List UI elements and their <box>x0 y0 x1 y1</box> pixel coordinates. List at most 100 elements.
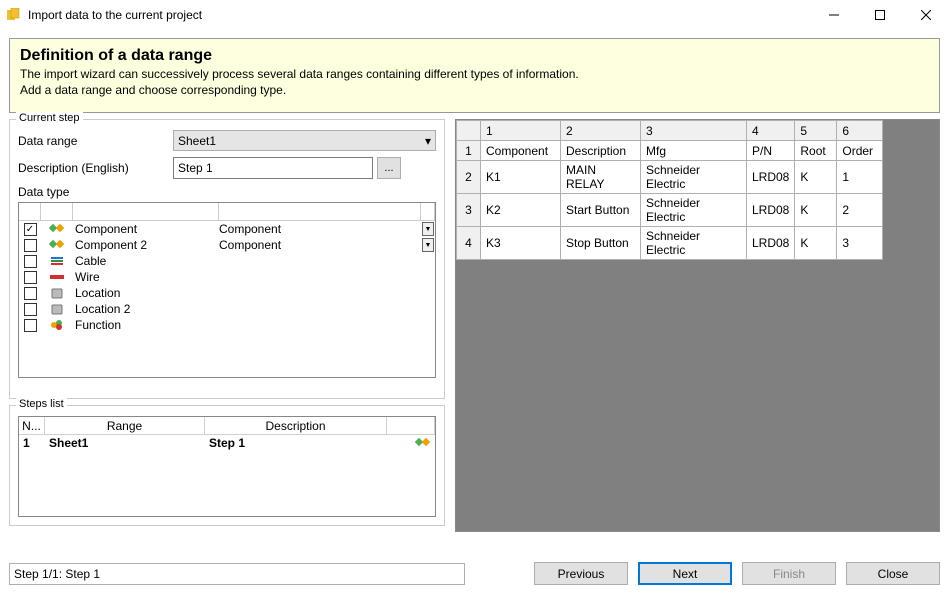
data-type-name: Component <box>73 222 219 236</box>
component-icon <box>49 222 65 236</box>
close-footer-button[interactable]: Close <box>846 562 940 585</box>
data-range-value: Sheet1 <box>178 134 216 148</box>
checkbox-icon[interactable] <box>24 319 37 332</box>
steps-list-label: Steps list <box>16 398 67 410</box>
minimize-button[interactable] <box>811 0 857 29</box>
dropdown-arrow-icon[interactable]: ▼ <box>422 238 434 252</box>
description-input[interactable] <box>173 157 373 179</box>
preview-col-header[interactable]: 1 <box>481 121 561 141</box>
checkbox-icon[interactable]: ✓ <box>24 223 37 236</box>
steps-header-num[interactable]: N... <box>19 417 45 434</box>
data-type-name: Component 2 <box>73 238 219 252</box>
preview-col-header[interactable]: 6 <box>837 121 883 141</box>
step-desc: Step 1 <box>205 436 387 450</box>
preview-cell[interactable]: Root <box>795 141 837 161</box>
preview-cell[interactable]: 1 <box>837 161 883 194</box>
data-type-row[interactable]: ✓ComponentComponent▼ <box>19 221 435 237</box>
data-type-row[interactable]: Location <box>19 285 435 301</box>
preview-col-header[interactable]: 5 <box>795 121 837 141</box>
data-type-row[interactable]: Component 2Component▼ <box>19 237 435 253</box>
data-type-name: Cable <box>73 254 219 268</box>
dropdown-arrow-icon[interactable]: ▼ <box>422 222 434 236</box>
checkbox-icon[interactable] <box>24 303 37 316</box>
preview-cell[interactable]: Stop Button <box>561 227 641 260</box>
step-range: Sheet1 <box>45 436 205 450</box>
data-type-name: Function <box>73 318 219 332</box>
preview-cell[interactable]: K <box>795 227 837 260</box>
preview-cell[interactable]: Component <box>481 141 561 161</box>
preview-cell[interactable]: K <box>795 161 837 194</box>
location-icon <box>49 286 65 300</box>
preview-cell[interactable]: Order <box>837 141 883 161</box>
wire-icon <box>49 270 65 284</box>
window-title: Import data to the current project <box>28 8 811 22</box>
checkbox-icon[interactable] <box>24 255 37 268</box>
current-step-group: Current step Data range Sheet1 ▾ Descrip… <box>9 119 445 399</box>
data-type-grid: ✓ComponentComponent▼Component 2Component… <box>18 202 436 378</box>
data-type-name: Wire <box>73 270 219 284</box>
data-type-name: Location 2 <box>73 302 219 316</box>
data-preview-panel: 123456 1ComponentDescriptionMfgP/NRootOr… <box>455 119 940 532</box>
preview-row-header[interactable]: 4 <box>457 227 481 260</box>
info-heading: Definition of a data range <box>20 47 929 65</box>
preview-cell[interactable]: MAIN RELAY <box>561 161 641 194</box>
steps-header-desc[interactable]: Description <box>205 417 387 434</box>
steps-header-range[interactable]: Range <box>45 417 205 434</box>
status-bar: Step 1/1: Step 1 <box>9 563 465 585</box>
finish-button[interactable]: Finish <box>742 562 836 585</box>
preview-cell[interactable]: Description <box>561 141 641 161</box>
data-type-row[interactable]: Function <box>19 317 435 333</box>
preview-cell[interactable]: Schneider Electric <box>641 227 747 260</box>
preview-cell[interactable]: LRD08 <box>747 161 795 194</box>
data-type-row[interactable]: Cable <box>19 253 435 269</box>
data-range-select[interactable]: Sheet1 ▾ <box>173 130 436 151</box>
app-icon <box>6 7 22 23</box>
preview-cell[interactable]: Mfg <box>641 141 747 161</box>
preview-cell[interactable]: LRD08 <box>747 227 795 260</box>
maximize-button[interactable] <box>857 0 903 29</box>
step-num: 1 <box>19 436 45 450</box>
preview-row-header[interactable]: 2 <box>457 161 481 194</box>
data-preview-table: 123456 1ComponentDescriptionMfgP/NRootOr… <box>456 120 883 260</box>
preview-col-header[interactable]: 2 <box>561 121 641 141</box>
info-text-line2: Add a data range and choose correspondin… <box>20 83 929 99</box>
preview-cell[interactable]: K <box>795 194 837 227</box>
data-range-label: Data range <box>18 134 173 148</box>
preview-col-header[interactable]: 3 <box>641 121 747 141</box>
data-type-label: Data type <box>18 185 436 199</box>
previous-button[interactable]: Previous <box>534 562 628 585</box>
preview-cell[interactable]: K1 <box>481 161 561 194</box>
checkbox-icon[interactable] <box>24 271 37 284</box>
info-text-line1: The import wizard can successively proce… <box>20 67 929 83</box>
preview-row-header[interactable]: 3 <box>457 194 481 227</box>
preview-cell[interactable]: Schneider Electric <box>641 161 747 194</box>
chevron-down-icon: ▾ <box>425 134 431 148</box>
preview-row-header[interactable]: 1 <box>457 141 481 161</box>
preview-cell[interactable]: P/N <box>747 141 795 161</box>
next-button[interactable]: Next <box>638 562 732 585</box>
checkbox-icon[interactable] <box>24 287 37 300</box>
data-type-row[interactable]: Location 2 <box>19 301 435 317</box>
preview-cell[interactable]: K3 <box>481 227 561 260</box>
preview-row[interactable]: 1ComponentDescriptionMfgP/NRootOrder <box>457 141 883 161</box>
description-label: Description (English) <box>18 161 173 175</box>
preview-row[interactable]: 3K2Start ButtonSchneider ElectricLRD08K2 <box>457 194 883 227</box>
data-type-name: Location <box>73 286 219 300</box>
function-icon <box>49 318 65 332</box>
steps-row[interactable]: 1Sheet1Step 1 <box>19 435 435 451</box>
close-button[interactable] <box>903 0 949 29</box>
current-step-label: Current step <box>16 112 83 124</box>
data-type-mapped: Component <box>219 238 421 252</box>
preview-cell[interactable]: K2 <box>481 194 561 227</box>
checkbox-icon[interactable] <box>24 239 37 252</box>
preview-cell[interactable]: Start Button <box>561 194 641 227</box>
preview-cell[interactable]: 3 <box>837 227 883 260</box>
description-browse-button[interactable]: ... <box>377 157 401 179</box>
data-type-row[interactable]: Wire <box>19 269 435 285</box>
preview-cell[interactable]: Schneider Electric <box>641 194 747 227</box>
preview-cell[interactable]: 2 <box>837 194 883 227</box>
preview-col-header[interactable]: 4 <box>747 121 795 141</box>
preview-row[interactable]: 4K3Stop ButtonSchneider ElectricLRD08K3 <box>457 227 883 260</box>
preview-row[interactable]: 2K1MAIN RELAYSchneider ElectricLRD08K1 <box>457 161 883 194</box>
preview-cell[interactable]: LRD08 <box>747 194 795 227</box>
